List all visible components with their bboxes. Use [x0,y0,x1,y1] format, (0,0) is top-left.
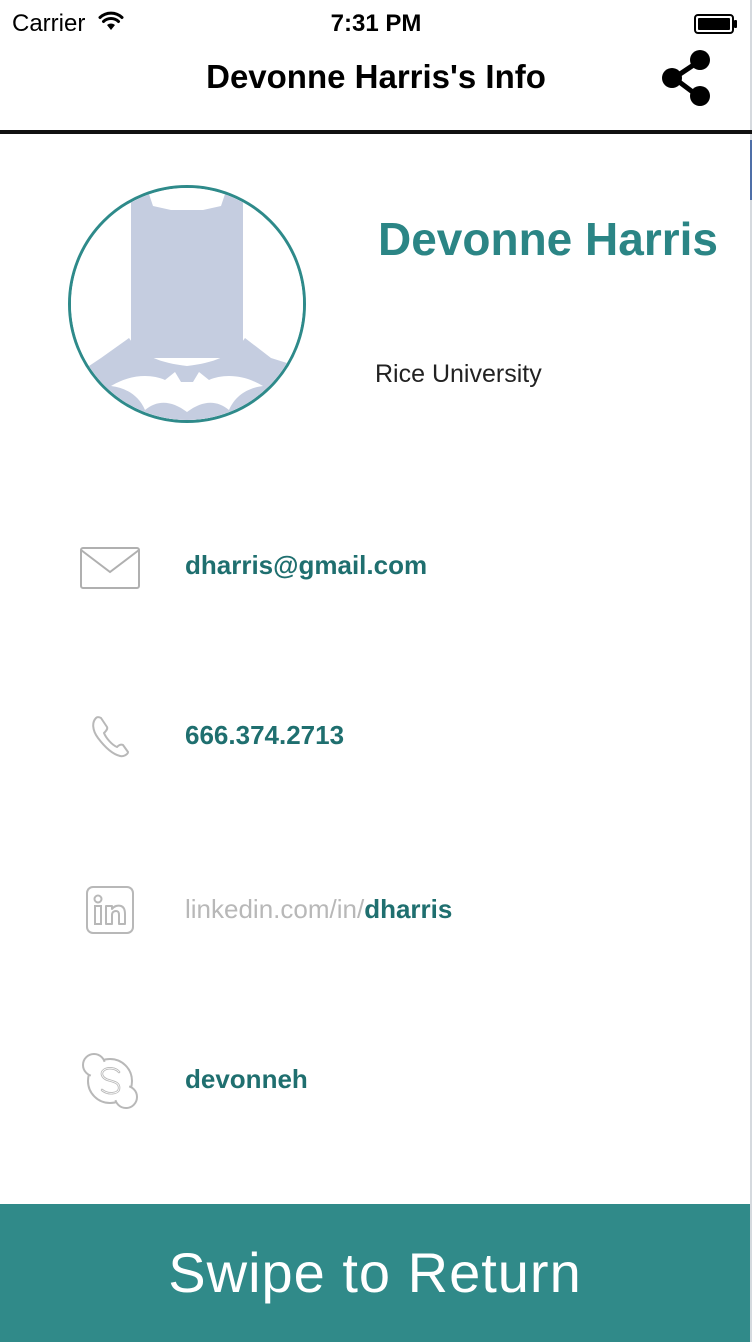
phone-value[interactable]: 666.374.2713 [185,720,344,751]
share-icon [662,50,710,106]
phone-row[interactable]: 666.374.2713 [0,696,752,776]
email-value[interactable]: dharris@gmail.com [185,550,427,581]
envelope-icon [78,534,142,598]
page-title: Devonne Harris's Info [206,58,546,95]
contact-name: Devonne Harris [378,213,719,265]
linkedin-value[interactable]: linkedin.com/in/dharris [185,894,452,925]
skype-icon [78,1048,142,1112]
linkedin-username: dharris [364,894,453,924]
status-bar: Carrier 7:31 PM [0,0,752,48]
avatar [68,185,306,423]
status-time: 7:31 PM [330,10,422,37]
batman-silhouette-avatar [71,188,303,420]
skype-value[interactable]: devonneh [185,1064,308,1095]
contact-info-screen: Carrier 7:31 PM Devonne Harris's Info De… [0,0,752,1342]
skype-row[interactable]: devonneh [0,1040,752,1120]
navigation-bar: Devonne Harris's Info [0,48,752,134]
swipe-to-return-button[interactable]: Swipe to Return [0,1204,750,1342]
email-row[interactable]: dharris@gmail.com [0,526,752,606]
swipe-to-return-label: Swipe to Return [168,1241,582,1304]
linkedin-icon [78,878,142,942]
contact-organization: Rice University [375,360,542,388]
battery-icon [694,14,738,34]
share-button[interactable] [654,48,718,110]
linkedin-row[interactable]: linkedin.com/in/dharris [0,870,752,950]
phone-icon [78,704,142,768]
linkedin-prefix: linkedin.com/in/ [185,894,365,924]
